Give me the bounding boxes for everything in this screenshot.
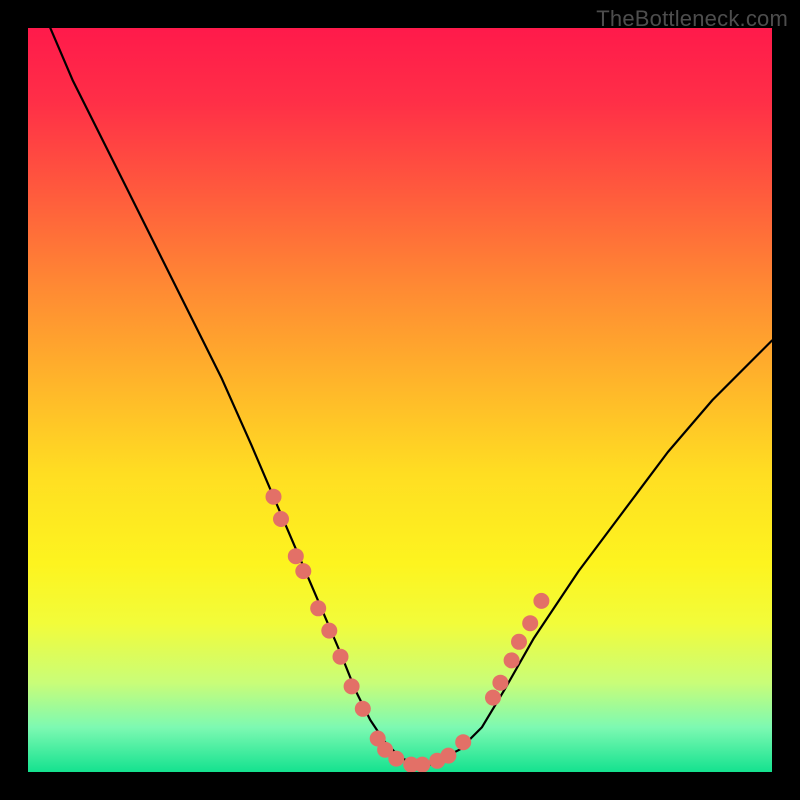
highlight-dots-group (266, 489, 550, 772)
chart-frame: TheBottleneck.com (0, 0, 800, 800)
highlight-dot (485, 690, 501, 706)
highlight-dot (414, 757, 430, 772)
highlight-dot (388, 751, 404, 767)
highlight-dot (440, 748, 456, 764)
highlight-dot (310, 600, 326, 616)
highlight-dot (295, 563, 311, 579)
highlight-dot (266, 489, 282, 505)
highlight-dot (455, 734, 471, 750)
bottleneck-curve (50, 28, 772, 765)
highlight-dot (273, 511, 289, 527)
highlight-dot (355, 701, 371, 717)
highlight-dot (288, 548, 304, 564)
plot-area (28, 28, 772, 772)
highlight-dot (492, 675, 508, 691)
highlight-dot (504, 652, 520, 668)
highlight-dot (533, 593, 549, 609)
highlight-dot (333, 649, 349, 665)
highlight-dot (321, 623, 337, 639)
highlight-dot (511, 634, 527, 650)
highlight-dot (522, 615, 538, 631)
curve-layer (28, 28, 772, 772)
highlight-dot (344, 678, 360, 694)
